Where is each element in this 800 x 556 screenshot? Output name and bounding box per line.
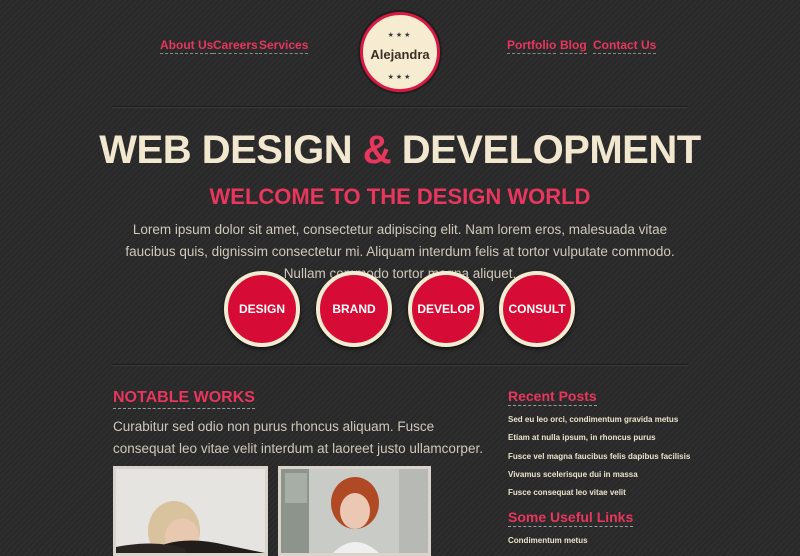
consult-button[interactable]: CONSULT [499,271,575,347]
title-part2: DEVELOPMENT [391,128,701,172]
recent-post-link[interactable]: Fusce consequat leo vitae velit [508,488,626,497]
logo-badge[interactable]: ★★★ Alejandra ★★★ [360,12,440,92]
work-thumbnail-1[interactable] [113,466,268,556]
hero-divider [112,364,688,366]
works-description: Curabitur sed odio non purus rhoncus ali… [113,419,483,456]
nav-careers[interactable]: Careers [213,38,258,54]
nav-contact-us[interactable]: Contact Us [593,38,657,54]
logo-stars-top-icon: ★★★ [387,32,413,39]
nav-portfolio[interactable]: Portfolio [507,38,557,54]
logo-stars-bottom-icon: ★★★ [387,74,413,81]
page-subtitle: WELCOME TO THE DESIGN WORLD [209,184,591,209]
useful-links-heading: Some Useful Links [508,509,634,527]
logo-name: Alejandra [370,47,430,62]
header-divider [112,106,688,108]
work-thumbnail-2[interactable] [278,466,431,556]
recent-post-link[interactable]: Fusce vel magna faucibus felis dapibus f… [508,452,690,461]
intro-paragraph: Lorem ipsum dolor sit amet, consectetur … [125,222,675,281]
recent-post-link[interactable]: Etiam at nulla ipsum, in rhoncus purus [508,433,656,442]
nav-blog[interactable]: Blog [560,38,587,54]
page-title: WEB DESIGN & DEVELOPMENT [0,128,800,173]
portrait-blonde-woman-image [116,469,265,553]
recent-posts-heading: Recent Posts [508,388,597,406]
brand-button[interactable]: BRAND [316,271,392,347]
useful-link[interactable]: Condimentum metus [508,536,588,545]
nav-about-us[interactable]: About Us [160,38,214,54]
works-heading: NOTABLE WORKS [113,389,255,409]
develop-button[interactable]: DEVELOP [408,271,484,347]
portrait-redhead-woman-image [281,469,428,553]
recent-post-link[interactable]: Sed eu leo orci, condimentum gravida met… [508,415,678,424]
title-ampersand: & [362,128,392,172]
nav-services[interactable]: Services [259,38,309,54]
recent-post-link[interactable]: Vivamus scelerisque dui in massa [508,470,638,479]
design-button[interactable]: DESIGN [224,271,300,347]
title-part1: WEB DESIGN [99,128,363,172]
